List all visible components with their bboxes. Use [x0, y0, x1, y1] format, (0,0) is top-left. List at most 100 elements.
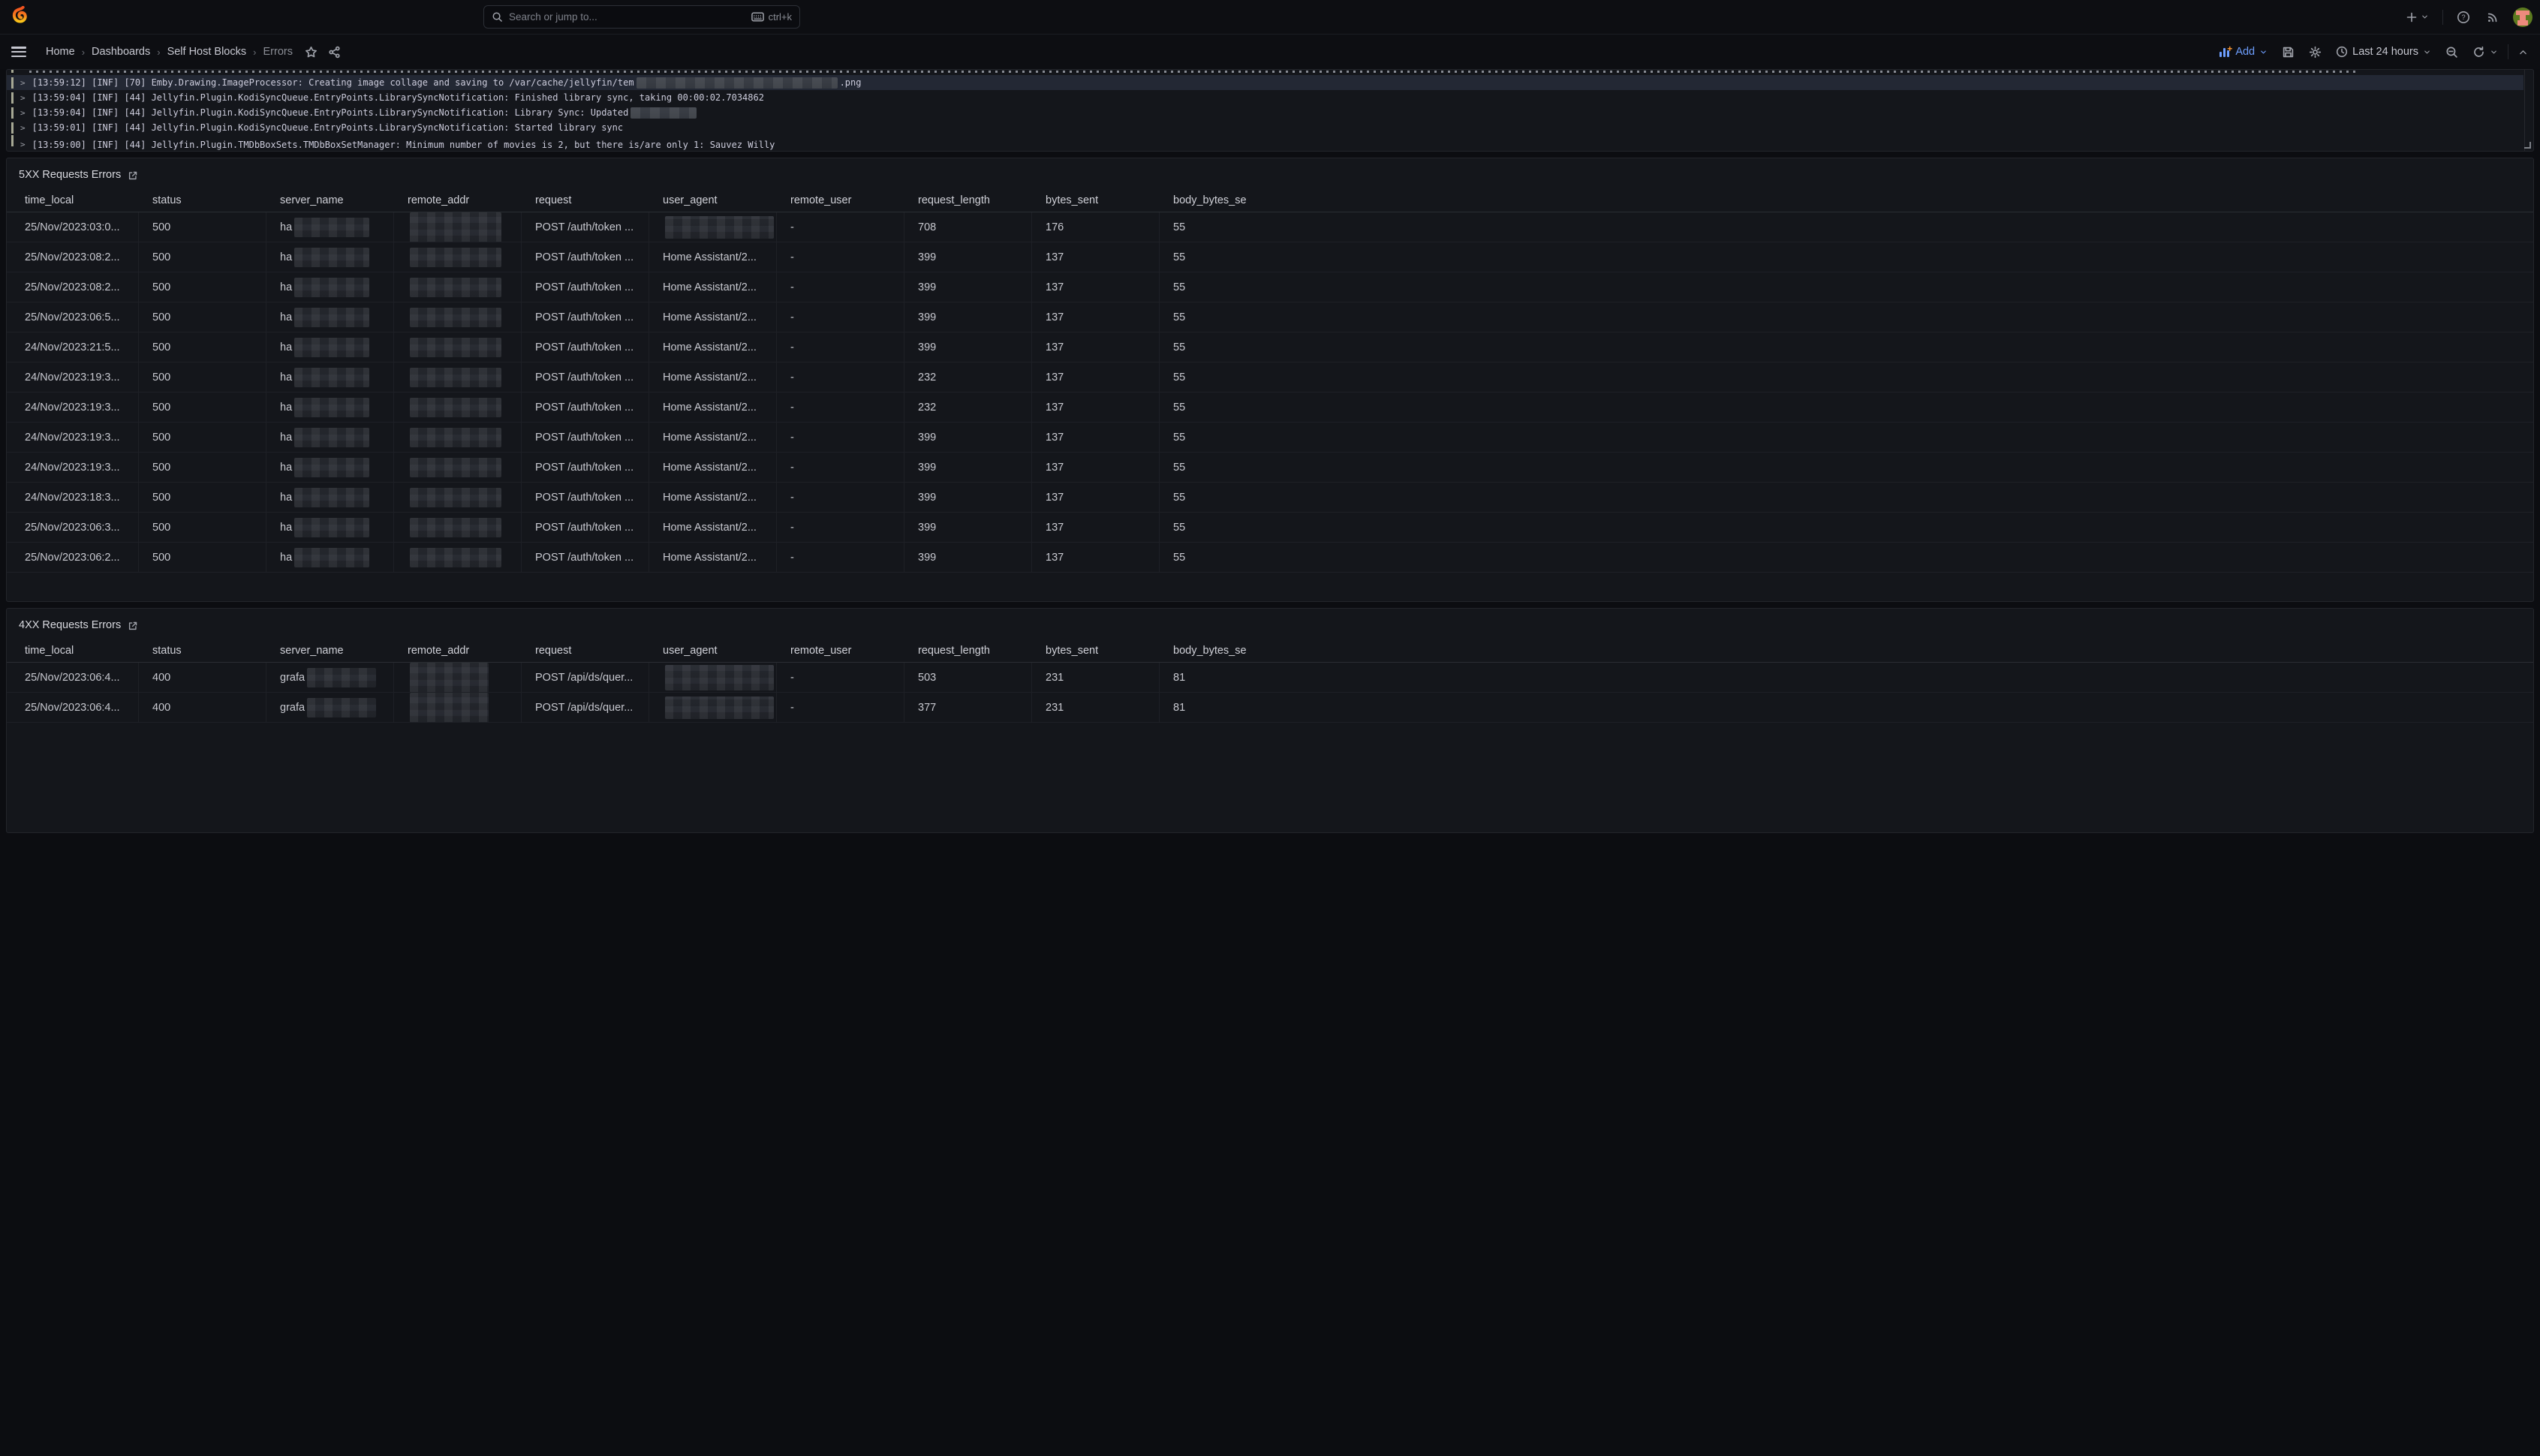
panel-resize-handle[interactable] [2524, 142, 2531, 149]
table-cell: POST /auth/token ... [522, 483, 649, 512]
redacted-text [630, 107, 697, 119]
cell-text: 500 [152, 221, 170, 233]
log-row[interactable]: >[13:59:04] [INF] [44] Jellyfin.Plugin.K… [7, 90, 2523, 105]
column-header-bytes_sent[interactable]: bytes_sent [1032, 194, 1160, 206]
column-header-request[interactable]: request [522, 194, 649, 206]
cell-text: 137 [1046, 281, 1064, 293]
cell-text: - [790, 702, 794, 714]
expand-chevron-icon[interactable]: > [20, 93, 26, 103]
help-button[interactable]: ? [2454, 8, 2473, 27]
column-header-remote_user[interactable]: remote_user [777, 645, 904, 657]
cell-text: POST /auth/token ... [535, 281, 633, 293]
column-header-server_name[interactable]: server_name [266, 645, 394, 657]
table-cell: 25/Nov/2023:03:0... [11, 212, 139, 242]
cell-text: 500 [152, 281, 170, 293]
table-cell: ha [266, 453, 394, 482]
log-row[interactable]: >[13:59:01] [INF] [44] Jellyfin.Plugin.K… [7, 120, 2523, 135]
kiosk-collapse-button[interactable] [2514, 44, 2532, 61]
table-cell: 399 [904, 242, 1032, 272]
table-cell: 500 [139, 302, 266, 332]
news-button[interactable] [2484, 8, 2502, 26]
table-cell: ha [266, 302, 394, 332]
dashboard-settings-button[interactable] [2304, 42, 2326, 62]
new-menu-button[interactable] [2403, 8, 2432, 26]
column-header-body_bytes_se[interactable]: body_bytes_se [1160, 645, 1287, 657]
table-cell: 500 [139, 513, 266, 542]
table-cell: - [777, 302, 904, 332]
redacted-text [410, 338, 501, 357]
redacted-text [410, 308, 501, 327]
cell-text: Home Assistant/2... [663, 462, 757, 474]
table-cell: 137 [1032, 513, 1160, 542]
column-header-request_length[interactable]: request_length [904, 194, 1032, 206]
log-row[interactable]: >[13:59:12] [INF] [70] Emby.Drawing.Imag… [7, 75, 2523, 90]
redacted-text [410, 488, 501, 507]
column-header-request_length[interactable]: request_length [904, 645, 1032, 657]
breadcrumb-dashboards[interactable]: Dashboards [92, 46, 150, 58]
add-button[interactable]: + Add [2215, 42, 2272, 62]
cell-text: 55 [1173, 402, 1185, 414]
save-dashboard-button[interactable] [2277, 42, 2299, 62]
expand-chevron-icon[interactable]: > [20, 123, 26, 133]
column-header-bytes_sent[interactable]: bytes_sent [1032, 645, 1160, 657]
table-cell: 231 [1032, 693, 1160, 722]
table-cell: 55 [1160, 212, 1287, 242]
zoom-out-time-button[interactable] [2441, 42, 2463, 62]
favorite-star-button[interactable] [305, 46, 318, 59]
table-cell: 137 [1032, 453, 1160, 482]
column-header-request[interactable]: request [522, 645, 649, 657]
refresh-button[interactable] [2468, 42, 2502, 62]
table-cell: 25/Nov/2023:06:4... [11, 693, 139, 722]
column-header-user_agent[interactable]: user_agent [649, 194, 777, 206]
search-input[interactable]: Search or jump to... ctrl+k [483, 5, 800, 29]
cell-text: Home Assistant/2... [663, 251, 757, 263]
cell-text: Home Assistant/2... [663, 552, 757, 564]
table-cell: - [777, 513, 904, 542]
time-range-picker[interactable]: Last 24 hours [2331, 42, 2436, 62]
log-row[interactable]: >[13:59:00] [INF] [44] Jellyfin.Plugin.T… [7, 135, 2523, 151]
log-lines: >[13:59:12] [INF] [70] Emby.Drawing.Imag… [7, 70, 2533, 151]
expand-chevron-icon[interactable]: > [20, 135, 26, 151]
column-header-time_local[interactable]: time_local [11, 645, 139, 657]
external-link-icon[interactable] [128, 621, 138, 631]
table-row: 24/Nov/2023:19:3...500haPOST /auth/token… [7, 453, 2533, 483]
log-row[interactable]: >[13:59:04] [INF] [44] Jellyfin.Plugin.K… [7, 105, 2523, 120]
expand-chevron-icon[interactable]: > [20, 108, 26, 118]
cell-text: 81 [1173, 672, 1185, 684]
cell-text: grafa [280, 672, 305, 684]
table-row: 25/Nov/2023:06:5...500haPOST /auth/token… [7, 302, 2533, 332]
cell-text: POST /auth/token ... [535, 492, 633, 504]
column-header-remote_user[interactable]: remote_user [777, 194, 904, 206]
panel-title[interactable]: 5XX Requests Errors [19, 169, 121, 181]
expand-chevron-icon[interactable]: > [20, 78, 26, 88]
table-cell: 500 [139, 483, 266, 512]
column-header-status[interactable]: status [139, 194, 266, 206]
column-header-time_local[interactable]: time_local [11, 194, 139, 206]
column-header-remote_addr[interactable]: remote_addr [394, 194, 522, 206]
column-header-server_name[interactable]: server_name [266, 194, 394, 206]
log-level-bar [11, 77, 14, 89]
panel-5xx-requests-errors: 5XX Requests Errors time_localstatusserv… [6, 158, 2534, 602]
table-cell: 24/Nov/2023:19:3... [11, 393, 139, 422]
breadcrumb-home[interactable]: Home [46, 46, 75, 58]
column-header-user_agent[interactable]: user_agent [649, 645, 777, 657]
external-link-icon[interactable] [128, 170, 138, 181]
table-cell: 55 [1160, 302, 1287, 332]
log-scrollbar[interactable] [2524, 70, 2525, 151]
menu-icon[interactable] [11, 47, 26, 57]
share-button[interactable] [328, 46, 341, 59]
cell-text: 24/Nov/2023:18:3... [25, 492, 120, 504]
column-header-status[interactable]: status [139, 645, 266, 657]
column-header-remote_addr[interactable]: remote_addr [394, 645, 522, 657]
cell-text: 708 [918, 221, 936, 233]
table-cell: POST /auth/token ... [522, 362, 649, 392]
breadcrumb-dashboard-name[interactable]: Self Host Blocks [167, 46, 247, 58]
grafana-logo[interactable] [11, 6, 32, 27]
cell-text: POST /auth/token ... [535, 522, 633, 534]
table-row: 25/Nov/2023:08:2...500haPOST /auth/token… [7, 242, 2533, 272]
cell-text: POST /auth/token ... [535, 221, 633, 233]
cell-text: 500 [152, 432, 170, 444]
panel-title[interactable]: 4XX Requests Errors [19, 619, 121, 631]
avatar[interactable] [2513, 8, 2532, 27]
column-header-body_bytes_se[interactable]: body_bytes_se [1160, 194, 1287, 206]
